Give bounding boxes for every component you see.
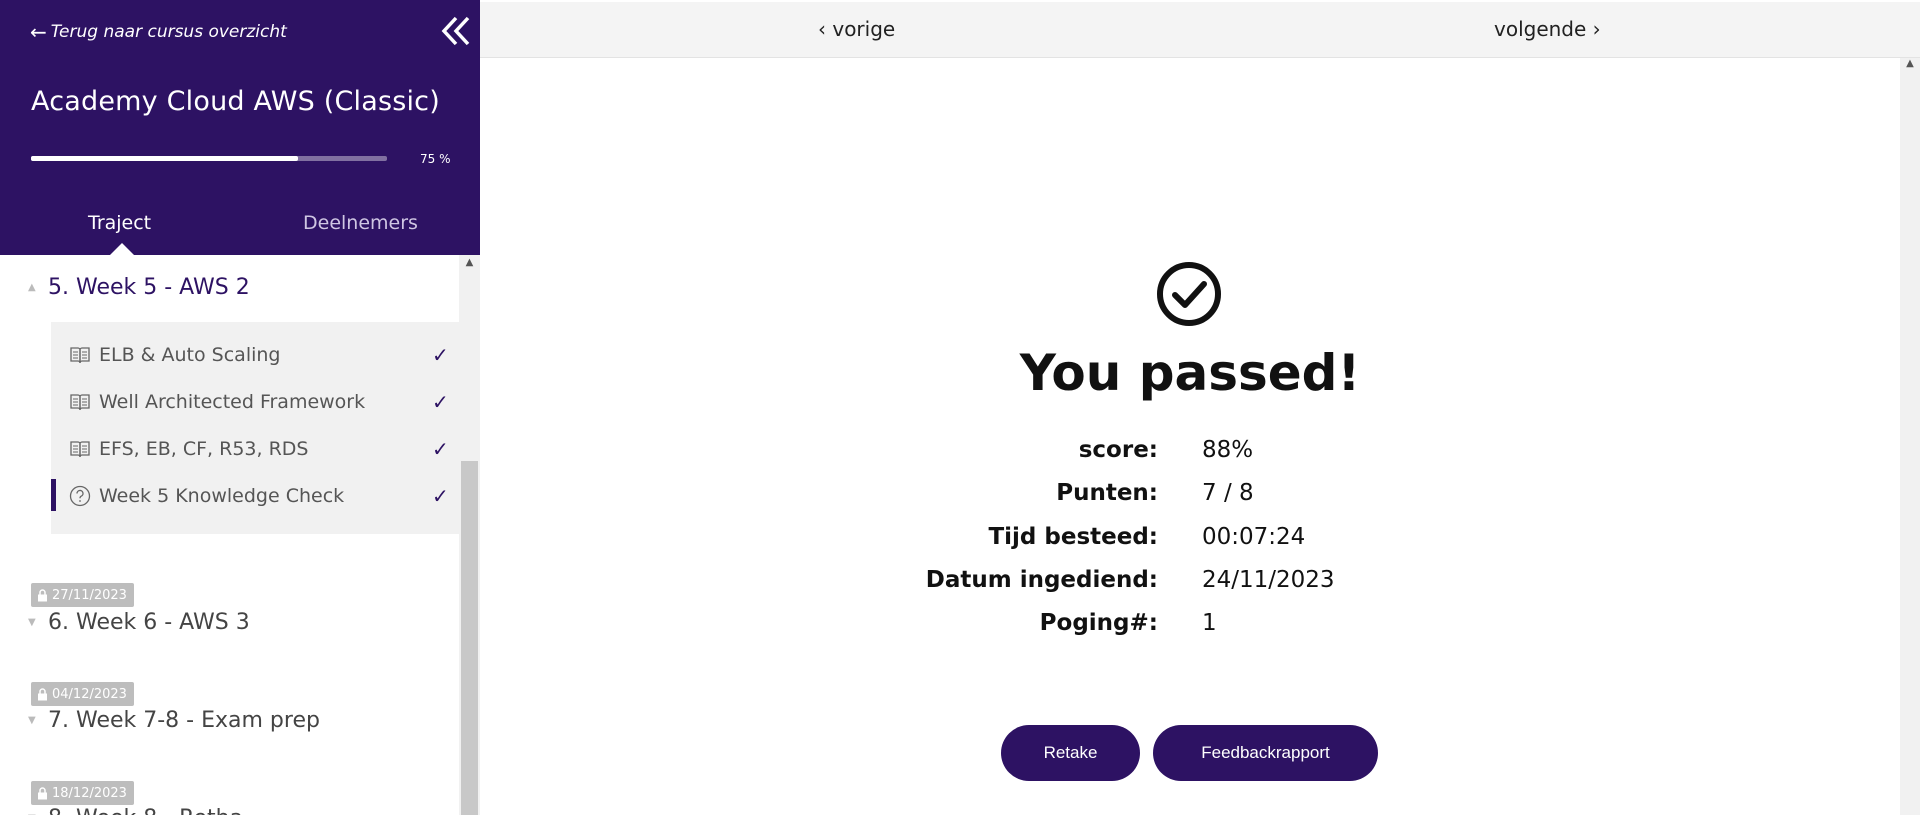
module-week-6[interactable]: ▼ 6. Week 6 - AWS 3 [28,610,250,635]
lesson-item-elb-auto-scaling[interactable]: ELB & Auto Scaling ✓ [51,332,459,378]
main-content: ‹ vorige volgende › You passed! score: 8… [480,0,1920,815]
retake-button[interactable]: Retake [1001,725,1140,781]
sidebar-header: ← Terug naar cursus overzicht Academy Cl… [0,0,480,255]
completed-check-icon: ✓ [432,390,449,414]
lock-date-text: 18/12/2023 [52,785,127,801]
tab-traject[interactable]: Traject [88,212,151,234]
lock-date-badge: 18/12/2023 [31,781,134,805]
book-icon [70,347,90,364]
previous-label: vorige [832,17,896,41]
collapse-triangle-icon: ▲ [28,282,36,293]
stat-label: Tijd besteed: [988,524,1158,550]
lesson-title: ELB & Auto Scaling [99,344,281,366]
stat-row-score: score: 88% [480,437,1900,467]
lock-icon [38,786,47,799]
stat-value: 7 / 8 [1202,480,1254,506]
chevron-right-icon: › [1586,17,1601,41]
result-title: You passed! [1019,344,1361,402]
module-week-7-8[interactable]: ▼ 7. Week 7-8 - Exam prep [28,708,320,733]
lock-date-text: 27/11/2023 [52,587,127,603]
stat-value: 24/11/2023 [1202,567,1335,593]
stat-value: 88% [1202,437,1254,463]
previous-lesson-link[interactable]: ‹ vorige [818,17,895,41]
completed-check-icon: ✓ [432,437,449,461]
stat-value: 00:07:24 [1202,524,1306,550]
book-icon [70,394,90,411]
book-icon [70,441,90,458]
completed-check-icon: ✓ [432,484,449,508]
stat-label: Poging#: [1039,610,1158,636]
back-to-overview-link[interactable]: ← Terug naar cursus overzicht [30,22,287,42]
lock-icon [38,588,47,601]
sidebar-scrollbar[interactable]: ▲ [459,255,480,815]
lesson-item-efs-eb-cf[interactable]: EFS, EB, CF, R53, RDS ✓ [51,426,459,472]
active-tab-indicator [110,243,134,255]
question-circle-icon [69,485,91,507]
next-label: volgende [1494,17,1587,41]
lesson-navigation-bar: ‹ vorige volgende › [480,2,1920,58]
lock-date-badge: 27/11/2023 [31,583,134,607]
main-scrollbar[interactable]: ▲ [1900,58,1920,815]
lesson-item-well-architected[interactable]: Well Architected Framework ✓ [51,379,459,425]
lesson-title: Week 5 Knowledge Check [99,485,345,507]
next-lesson-link[interactable]: volgende › [1494,17,1601,41]
lesson-item-knowledge-check[interactable]: Week 5 Knowledge Check ✓ [51,473,459,519]
tab-deelnemers[interactable]: Deelnemers [303,212,418,234]
course-progress-bar [31,156,387,161]
module-week-8[interactable]: ▼ 8. Week 8 - Retha [28,806,243,815]
lock-date-text: 04/12/2023 [52,686,127,702]
arrow-left-icon: ← [30,20,47,44]
lesson-title: Well Architected Framework [99,391,366,413]
stat-label: score: [1078,437,1158,463]
course-title: Academy Cloud AWS (Classic) [31,86,440,117]
module-title: 5. Week 5 - AWS 2 [48,275,250,300]
stat-row-tijd: Tijd besteed: 00:07:24 [480,524,1900,554]
module-title: 6. Week 6 - AWS 3 [48,610,250,635]
back-link-label: Terug naar cursus overzicht [50,22,287,42]
sidebar: ← Terug naar cursus overzicht Academy Cl… [0,0,480,815]
expand-triangle-icon: ▼ [28,715,36,726]
chevron-left-icon: ‹ [818,17,833,41]
stat-label: Datum ingediend: [925,567,1158,593]
stat-label: Punten: [1056,480,1158,506]
lock-icon [38,687,47,700]
lock-date-badge: 04/12/2023 [31,682,134,706]
course-progress-text: 75 % [420,152,451,166]
module-title: 8. Week 8 - Retha [48,806,243,815]
stat-row-poging: Poging#: 1 [480,610,1900,640]
completed-check-icon: ✓ [432,343,449,367]
module-week-5[interactable]: ▲ 5. Week 5 - AWS 2 [28,275,250,300]
feedback-report-button[interactable]: Feedbackrapport [1153,725,1378,781]
stat-row-datum: Datum ingediend: 24/11/2023 [480,567,1900,597]
check-circle-icon [1157,262,1221,326]
scroll-up-arrow-icon[interactable]: ▲ [1900,58,1920,76]
lesson-title: EFS, EB, CF, R53, RDS [99,438,309,460]
stat-value: 1 [1202,610,1217,636]
module-title: 7. Week 7-8 - Exam prep [48,708,320,733]
scroll-up-arrow-icon[interactable]: ▲ [459,257,480,273]
scrollbar-thumb[interactable] [461,461,478,815]
collapse-sidebar-icon[interactable] [440,14,472,48]
expand-triangle-icon: ▼ [28,617,36,628]
course-progress-fill [31,156,298,161]
lesson-list: ELB & Auto Scaling ✓ Well Architected Fr… [51,322,459,534]
stat-row-punten: Punten: 7 / 8 [480,480,1900,510]
